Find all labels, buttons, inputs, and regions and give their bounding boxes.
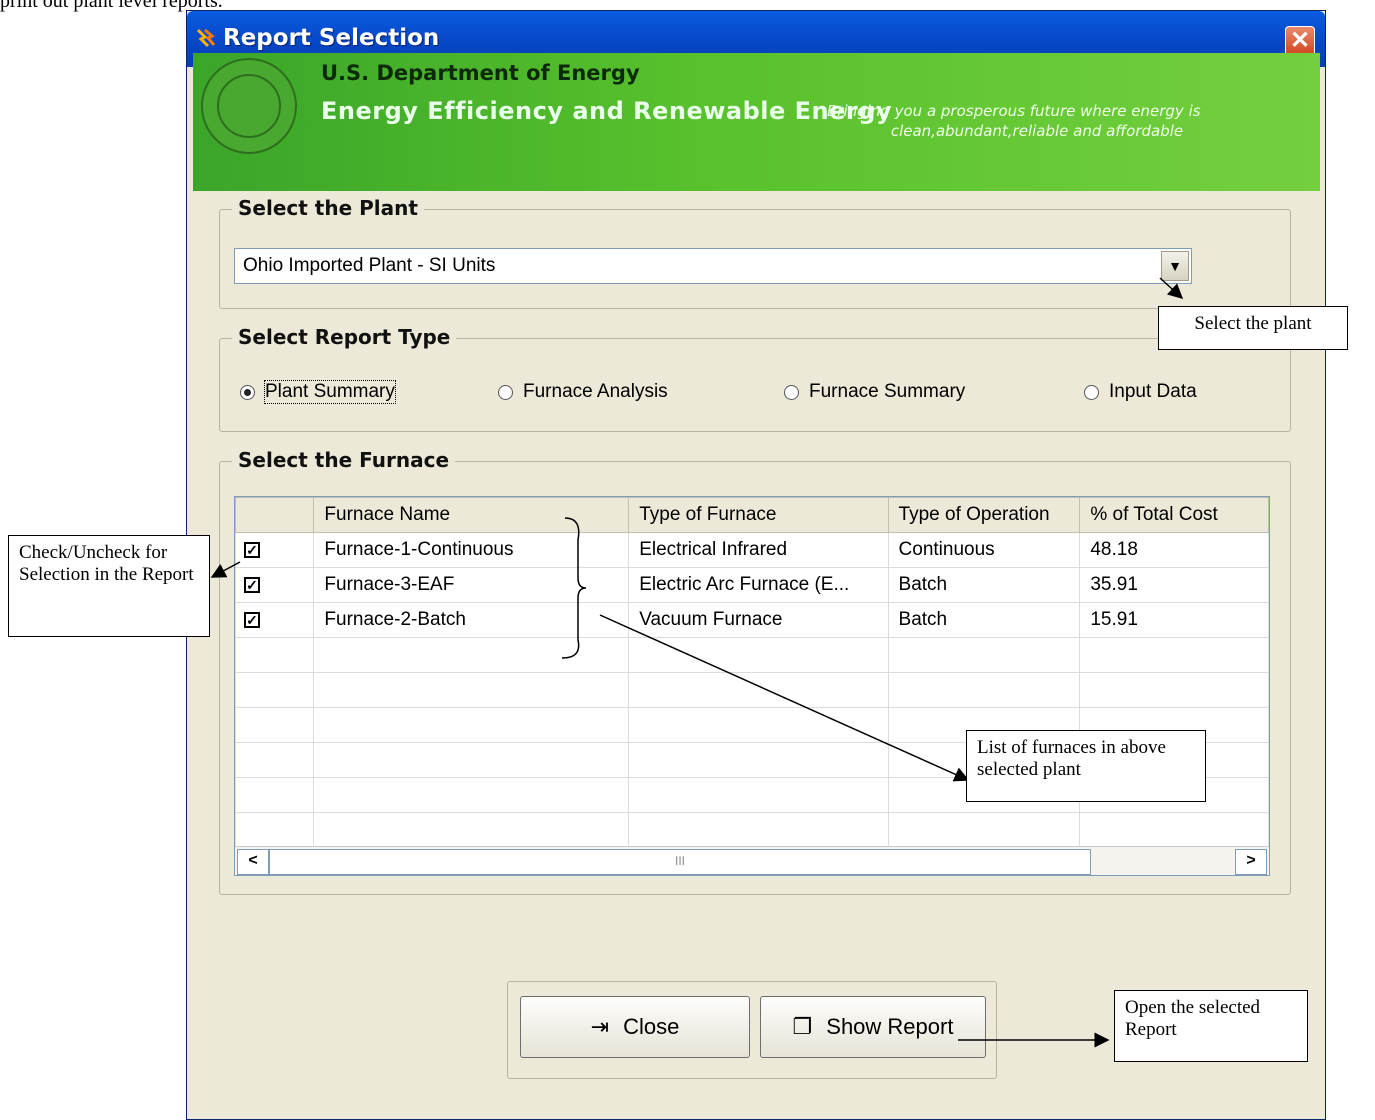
radio-label: Furnace Analysis <box>523 381 668 402</box>
doe-seal-icon <box>201 58 297 154</box>
chevron-down-icon[interactable]: ▼ <box>1161 251 1189 281</box>
app-logo-icon <box>196 28 216 48</box>
column-header[interactable]: Type of Furnace <box>628 497 889 533</box>
annotation-open-report: Open the selected Report <box>1114 990 1308 1062</box>
radio-label: Input Data <box>1109 381 1197 402</box>
table-row[interactable]: ✓ Furnace-2-Batch Vacuum Furnace Batch 1… <box>235 602 1269 638</box>
cost-cell: 15.91 <box>1079 602 1269 638</box>
show-report-button[interactable]: ❐ Show Report <box>760 996 986 1058</box>
radio-furnace-analysis[interactable]: Furnace Analysis <box>498 381 668 403</box>
furnace-name-cell: Furnace-1-Continuous <box>313 532 630 568</box>
checkbox-checked-icon[interactable]: ✓ <box>244 612 260 628</box>
report-pages-icon: ❐ <box>792 1014 813 1039</box>
scroll-left-icon[interactable]: < <box>237 849 269 875</box>
close-window-icon[interactable]: ✕ <box>1285 26 1315 56</box>
radio-label: Plant Summary <box>264 380 396 404</box>
cost-cell: 35.91 <box>1079 567 1269 603</box>
operation-cell: Continuous <box>887 532 1081 568</box>
column-header[interactable]: % of Total Cost <box>1079 497 1269 533</box>
annotation-check-uncheck: Check/Uncheck for Selection in the Repor… <box>8 535 210 637</box>
annotation-list-furnaces: List of furnaces in above selected plant <box>966 730 1206 802</box>
cost-cell: 48.18 <box>1079 532 1269 568</box>
tagline-line2: clean,abundant,reliable and affordable <box>890 122 1184 140</box>
empty-row <box>235 672 1269 708</box>
plant-dropdown-value: Ohio Imported Plant - SI Units <box>243 255 496 276</box>
exit-door-icon: ⇥ <box>590 1014 610 1039</box>
select-plant-label: Select the Plant <box>232 196 424 220</box>
radio-plant-summary[interactable]: Plant Summary <box>240 380 396 404</box>
report-type-label: Select Report Type <box>232 325 457 349</box>
furnace-name-cell: Furnace-3-EAF <box>313 567 630 603</box>
report-type-group: Select Report Type Plant Summary Furnace… <box>219 325 1291 432</box>
operation-cell: Batch <box>887 567 1081 603</box>
close-button[interactable]: ⇥ Close <box>520 996 750 1058</box>
table-row[interactable]: ✓ Furnace-1-Continuous Electrical Infrar… <box>235 532 1269 568</box>
annotation-select-plant: Select the plant <box>1158 306 1348 350</box>
row-checkbox-cell[interactable]: ✓ <box>235 602 315 638</box>
furnace-grid[interactable]: Furnace Name Type of Furnace Type of Ope… <box>234 496 1270 876</box>
column-header-check[interactable] <box>235 497 315 533</box>
radio-input-data[interactable]: Input Data <box>1084 381 1197 403</box>
window-title: Report Selection <box>223 25 440 51</box>
scroll-right-icon[interactable]: > <box>1235 849 1267 875</box>
table-row[interactable]: ✓ Furnace-3-EAF Electric Arc Furnace (E.… <box>235 567 1269 603</box>
operation-cell: Batch <box>887 602 1081 638</box>
close-button-label: Close <box>623 1014 680 1039</box>
row-checkbox-cell[interactable]: ✓ <box>235 532 315 568</box>
radio-dot[interactable] <box>498 384 513 400</box>
plant-dropdown[interactable]: Ohio Imported Plant - SI Units ▼ <box>234 248 1192 284</box>
show-report-label: Show Report <box>826 1014 954 1039</box>
button-panel: ⇥ Close ❐ Show Report <box>507 981 997 1079</box>
column-header[interactable]: Furnace Name <box>313 497 630 533</box>
radio-dot[interactable] <box>1084 384 1099 400</box>
radio-furnace-summary[interactable]: Furnace Summary <box>784 381 965 403</box>
select-furnace-group: Select the Furnace Furnace Name Type of … <box>219 448 1291 895</box>
radio-label: Furnace Summary <box>809 381 966 402</box>
banner-agency: U.S. Department of Energy <box>321 61 640 85</box>
tagline-line1: Bringing you a prosperous future where e… <box>827 102 1201 120</box>
column-header[interactable]: Type of Operation <box>887 497 1081 533</box>
select-furnace-label: Select the Furnace <box>232 448 456 472</box>
table-header-row: Furnace Name Type of Furnace Type of Ope… <box>235 497 1269 533</box>
checkbox-checked-icon[interactable]: ✓ <box>244 577 260 593</box>
doe-banner: U.S. Department of Energy Energy Efficie… <box>193 53 1320 191</box>
banner-tagline: Bringing you a prosperous future where e… <box>827 101 1247 141</box>
furnace-type-cell: Vacuum Furnace <box>628 602 889 638</box>
empty-row <box>235 812 1269 848</box>
row-checkbox-cell[interactable]: ✓ <box>235 567 315 603</box>
furnace-name-cell: Furnace-2-Batch <box>313 602 630 638</box>
empty-row <box>235 637 1269 673</box>
checkbox-checked-icon[interactable]: ✓ <box>244 542 260 558</box>
banner-office: Energy Efficiency and Renewable Energy <box>321 97 893 125</box>
furnace-type-cell: Electric Arc Furnace (E... <box>628 567 889 603</box>
radio-dot-selected[interactable] <box>240 384 255 400</box>
select-plant-group: Select the Plant Ohio Imported Plant - S… <box>219 196 1291 309</box>
furnace-type-cell: Electrical Infrared <box>628 532 889 568</box>
report-selection-window: Report Selection ✕ U.S. Department of En… <box>186 10 1326 1120</box>
horizontal-scrollbar[interactable]: < III > <box>235 846 1269 875</box>
scroll-thumb[interactable]: III <box>269 849 1091 875</box>
radio-dot[interactable] <box>784 384 799 400</box>
